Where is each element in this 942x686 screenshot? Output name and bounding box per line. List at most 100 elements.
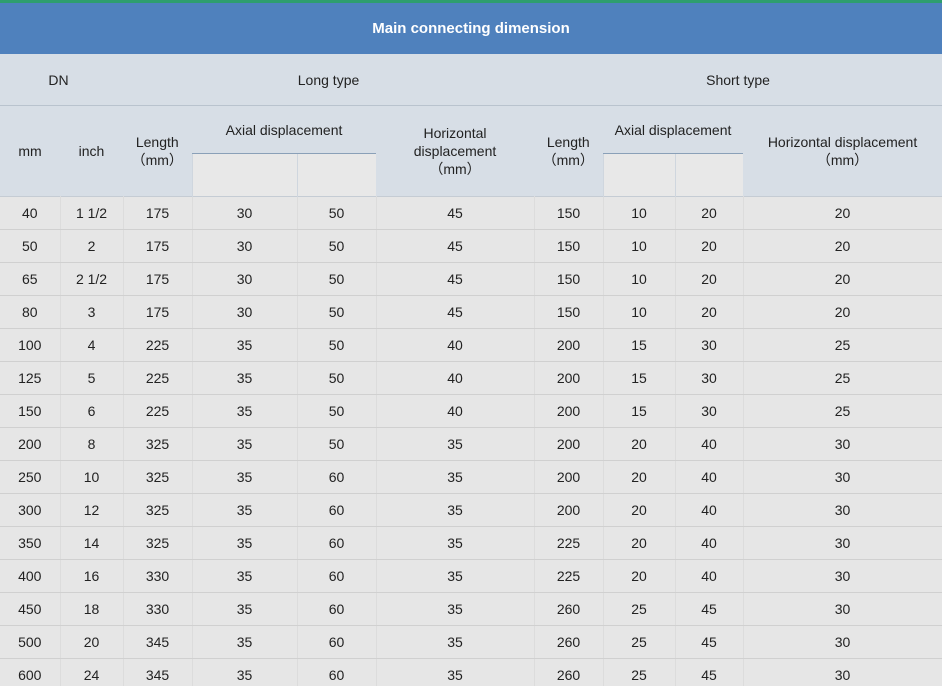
- short-horizontal-cell: 30: [743, 658, 942, 686]
- table-row: 200 8 325 35 50 35 200 20 40 30: [0, 427, 942, 461]
- long-horizontal-cell: 35: [376, 526, 535, 560]
- dn-header: DN: [0, 54, 124, 106]
- short-axial-1-cell: 20: [603, 559, 676, 593]
- short-axial-2-cell: 20: [675, 295, 744, 329]
- short-axial-1-cell: 10: [603, 262, 676, 296]
- short-horizontal-cell: 30: [743, 460, 942, 494]
- page: Main connecting dimension DN Long type S…: [0, 0, 942, 686]
- dn-inch-cell: 4: [60, 328, 124, 362]
- short-length-cell: 150: [534, 196, 604, 230]
- long-length-header: Length （mm）: [123, 105, 193, 197]
- long-axial-1-cell: 35: [192, 493, 298, 527]
- dn-mm-cell: 200: [0, 427, 61, 461]
- dn-inch-cell: 10: [60, 460, 124, 494]
- long-length-cell: 225: [123, 361, 193, 395]
- short-axial-displacement-header: Axial displacement: [603, 105, 744, 154]
- short-length-cell: 200: [534, 394, 604, 428]
- long-axial-displacement-header: Axial displacement: [192, 105, 377, 154]
- long-axial-1-cell: 35: [192, 559, 298, 593]
- long-axial-2-cell: 60: [297, 658, 377, 686]
- long-axial-1-cell: 35: [192, 526, 298, 560]
- long-length-cell: 175: [123, 295, 193, 329]
- long-axial-1-cell: 30: [192, 196, 298, 230]
- long-length-cell: 175: [123, 262, 193, 296]
- short-horizontal-cell: 30: [743, 592, 942, 626]
- short-length-cell: 150: [534, 229, 604, 263]
- long-horizontal-label-line1: Horizontal: [423, 125, 487, 141]
- long-axial-2-cell: 50: [297, 229, 377, 263]
- dn-mm-cell: 100: [0, 328, 61, 362]
- long-horizontal-cell: 35: [376, 460, 535, 494]
- short-axial-sub-2: [674, 153, 744, 197]
- long-type-header: Long type: [123, 54, 535, 106]
- long-length-cell: 325: [123, 427, 193, 461]
- short-axial-2-cell: 20: [675, 196, 744, 230]
- short-horizontal-cell: 25: [743, 394, 942, 428]
- short-length-cell: 200: [534, 328, 604, 362]
- dn-inch-cell: 14: [60, 526, 124, 560]
- short-type-header: Short type: [534, 54, 942, 106]
- long-length-cell: 225: [123, 328, 193, 362]
- table-row: 125 5 225 35 50 40 200 15 30 25: [0, 361, 942, 395]
- long-axial-2-cell: 50: [297, 295, 377, 329]
- long-axial-2-cell: 50: [297, 427, 377, 461]
- short-axial-2-cell: 40: [675, 493, 744, 527]
- short-length-label: Length: [546, 134, 590, 150]
- short-axial-2-cell: 30: [675, 361, 744, 395]
- long-axial-2-cell: 60: [297, 559, 377, 593]
- long-axial-1-cell: 35: [192, 328, 298, 362]
- long-axial-2-cell: 50: [297, 394, 377, 428]
- dimension-table: DN Long type Short type mm inch Length （…: [0, 54, 942, 686]
- dn-inch-cell: 18: [60, 592, 124, 626]
- short-length-cell: 225: [534, 526, 604, 560]
- long-length-cell: 330: [123, 592, 193, 626]
- long-length-unit: （mm）: [131, 152, 183, 168]
- dn-inch-cell: 16: [60, 559, 124, 593]
- short-axial-2-cell: 20: [675, 229, 744, 263]
- long-length-cell: 330: [123, 559, 193, 593]
- long-axial-1-cell: 35: [192, 460, 298, 494]
- short-length-cell: 260: [534, 592, 604, 626]
- long-axial-2-cell: 60: [297, 460, 377, 494]
- short-horizontal-cell: 30: [743, 526, 942, 560]
- table-row: 150 6 225 35 50 40 200 15 30 25: [0, 394, 942, 428]
- long-axial-2-cell: 60: [297, 592, 377, 626]
- dn-inch-cell: 2: [60, 229, 124, 263]
- long-horizontal-unit: （mm）: [429, 161, 481, 177]
- table-row: 350 14 325 35 60 35 225 20 40 30: [0, 526, 942, 560]
- long-axial-2-cell: 50: [297, 262, 377, 296]
- short-length-unit: （mm）: [542, 152, 594, 168]
- short-axial-2-cell: 45: [675, 658, 744, 686]
- long-horizontal-cell: 40: [376, 361, 535, 395]
- long-horizontal-cell: 40: [376, 394, 535, 428]
- long-horizontal-label-line2: displacement: [413, 143, 497, 159]
- short-axial-1-cell: 20: [603, 493, 676, 527]
- long-length-cell: 325: [123, 460, 193, 494]
- long-length-cell: 345: [123, 658, 193, 686]
- short-length-cell: 200: [534, 460, 604, 494]
- short-horizontal-cell: 30: [743, 427, 942, 461]
- table-row: 100 4 225 35 50 40 200 15 30 25: [0, 328, 942, 362]
- short-axial-sub-1: [602, 153, 676, 197]
- dn-inch-cell: 3: [60, 295, 124, 329]
- long-length-cell: 175: [123, 229, 193, 263]
- long-axial-1-cell: 30: [192, 295, 298, 329]
- long-axial-2-cell: 50: [297, 328, 377, 362]
- long-axial-1-cell: 35: [192, 592, 298, 626]
- dn-mm-cell: 250: [0, 460, 61, 494]
- dn-mm-cell: 40: [0, 196, 61, 230]
- long-length-cell: 345: [123, 625, 193, 659]
- dn-mm-cell: 150: [0, 394, 61, 428]
- long-axial-1-cell: 35: [192, 427, 298, 461]
- header-row-groups: DN Long type Short type: [0, 54, 942, 106]
- long-length-cell: 175: [123, 196, 193, 230]
- dn-mm-cell: 125: [0, 361, 61, 395]
- dn-mm-cell: 50: [0, 229, 61, 263]
- long-axial-1-cell: 35: [192, 658, 298, 686]
- long-horizontal-cell: 45: [376, 295, 535, 329]
- dn-mm-cell: 80: [0, 295, 61, 329]
- long-horizontal-cell: 35: [376, 559, 535, 593]
- dn-inch-cell: 8: [60, 427, 124, 461]
- long-axial-sub-2: [296, 153, 377, 197]
- long-axial-1-cell: 30: [192, 229, 298, 263]
